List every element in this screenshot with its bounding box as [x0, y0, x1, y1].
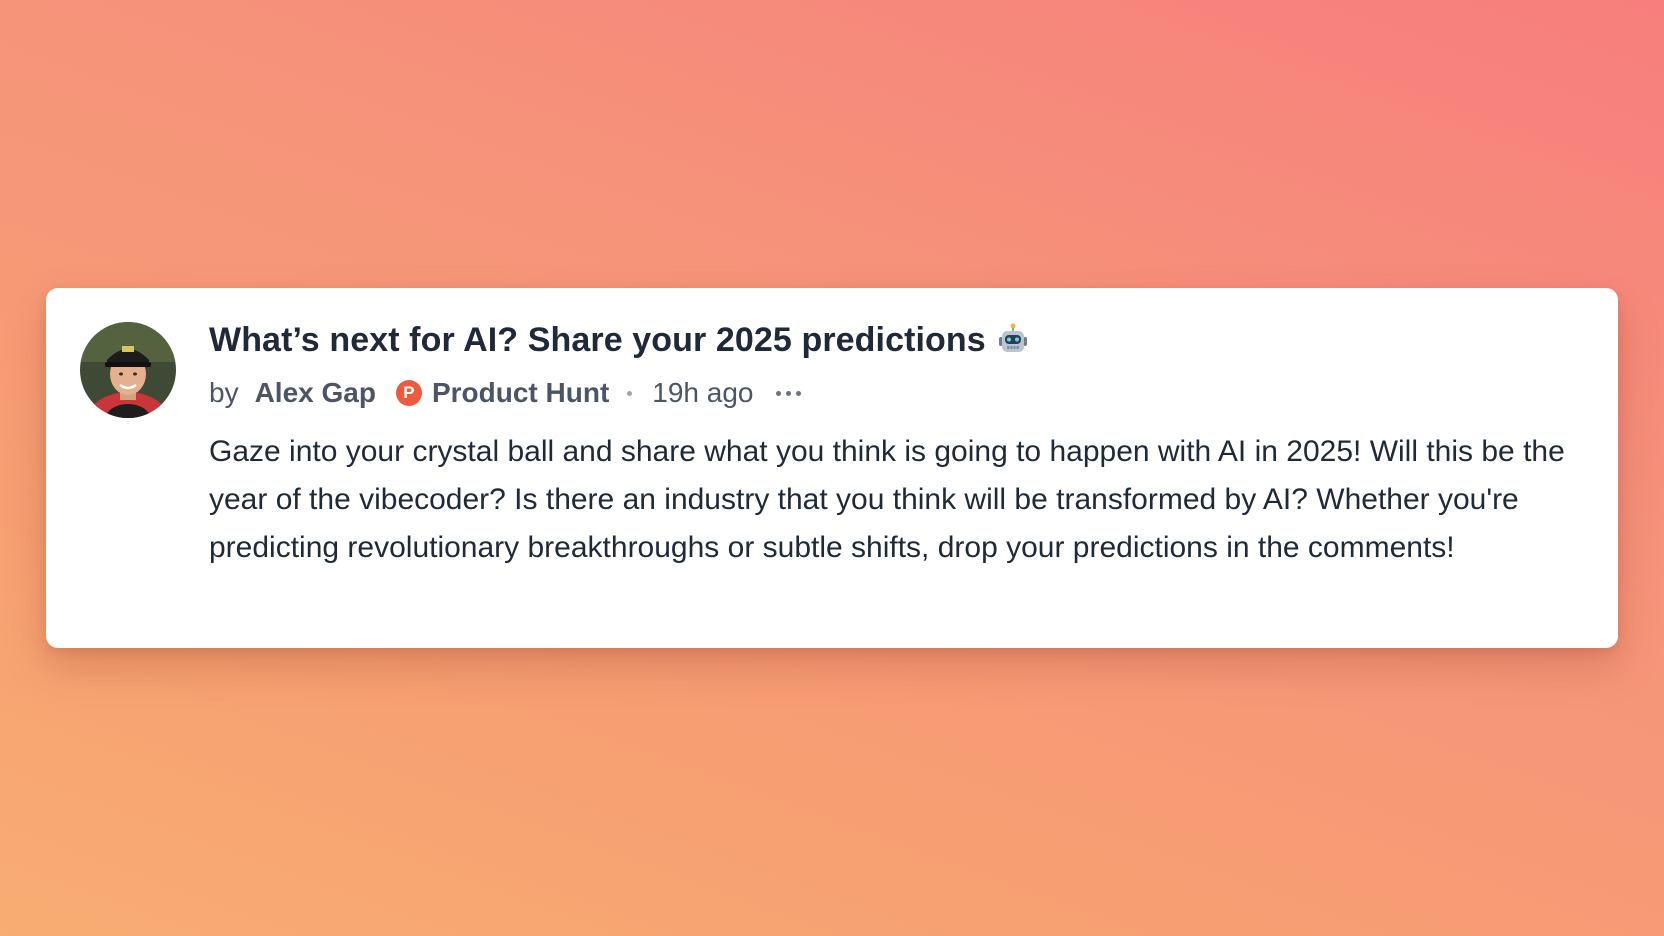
- more-dot: [785, 390, 791, 396]
- avatar[interactable]: [80, 322, 176, 418]
- author-link[interactable]: Alex Gap: [255, 377, 376, 409]
- separator-dot: [627, 390, 633, 396]
- post-body: Gaze into your crystal ball and share wh…: [209, 435, 1565, 564]
- timestamp: 19h ago: [652, 377, 754, 408]
- post-title[interactable]: What’s next for AI? Share your 2025 pred…: [209, 318, 1604, 362]
- avatar-photo: [80, 322, 176, 418]
- post-meta: by Alex Gap P Product Hunt 19h ago: [209, 374, 1604, 412]
- post-title-text[interactable]: What’s next for AI? Share your 2025 pred…: [209, 318, 986, 362]
- post-content: What’s next for AI? Share your 2025 pred…: [209, 318, 1604, 572]
- product-hunt-logo-icon: P: [395, 380, 422, 406]
- more-dot: [775, 390, 781, 396]
- more-icon[interactable]: [775, 387, 801, 400]
- by-label: by: [209, 377, 239, 408]
- org-link[interactable]: Product Hunt: [432, 377, 609, 409]
- more-dot: [795, 390, 801, 396]
- robot-icon: [996, 323, 1030, 357]
- discussion-card[interactable]: What’s next for AI? Share your 2025 pred…: [46, 288, 1618, 648]
